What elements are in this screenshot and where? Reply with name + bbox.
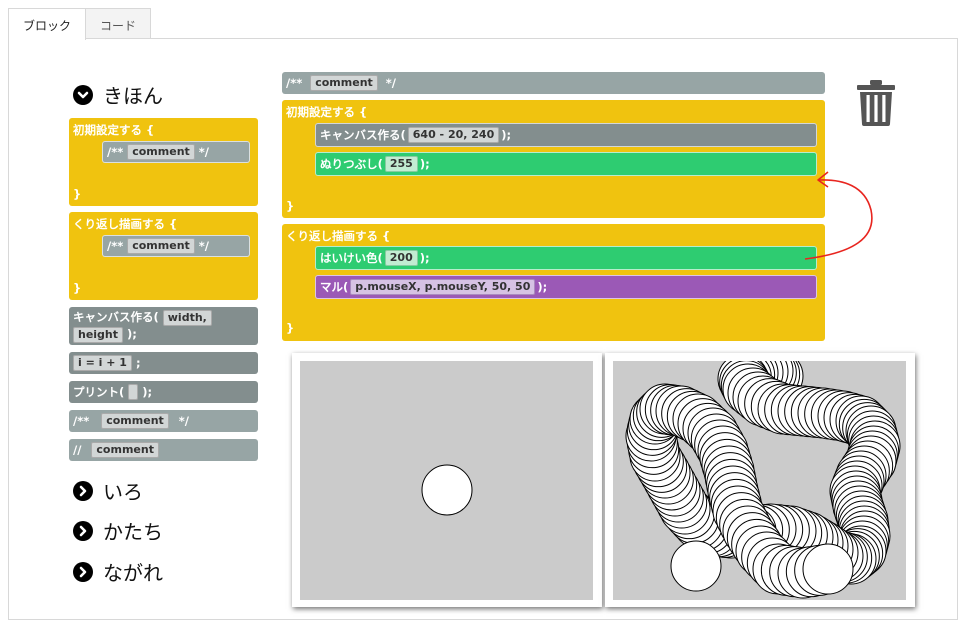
trash-icon[interactable]	[856, 79, 896, 131]
block-header: くり返し描画する {	[73, 217, 178, 231]
trail-ellipse	[802, 543, 854, 595]
workspace-setup-block[interactable]: 初期設定する { キャンバス作る( 640 - 20, 240 ); ぬりつぶし…	[282, 100, 825, 218]
background-block[interactable]: はいけい色( 200 );	[315, 246, 817, 270]
palette-createcanvas-block[interactable]: キャンバス作る(width, height);	[69, 307, 258, 345]
block-header: 初期設定する {	[73, 123, 155, 137]
blockly-editor: ブロック コード きほん いろ かたち ながれ 初期設定する { /** com…	[0, 0, 961, 628]
width-field[interactable]: width,	[162, 310, 212, 326]
fill-value-field[interactable]: 255	[384, 156, 418, 172]
comment-field[interactable]: comment	[310, 75, 378, 91]
move-arrow-annotation	[804, 171, 873, 260]
category-label: きほん	[103, 84, 163, 108]
block-header: くり返し描画する {	[286, 229, 391, 243]
tab-bar: ブロック コード	[8, 8, 152, 40]
expression-field[interactable]: i = i + 1	[73, 355, 132, 371]
category-flow[interactable]: ながれ	[73, 557, 163, 586]
category-color[interactable]: いろ	[73, 476, 143, 505]
palette-comment-block[interactable]: /** comment */	[102, 235, 250, 257]
chevron-right-circle-icon	[73, 561, 93, 582]
canvas-preview-after	[605, 353, 915, 607]
chevron-right-circle-icon	[73, 520, 93, 541]
chevron-down-circle-icon	[73, 84, 93, 105]
fill-block[interactable]: ぬりつぶし( 255 );	[315, 152, 817, 176]
ellipse-args-field[interactable]: p.mouseX, p.mouseY, 50, 50	[350, 279, 536, 295]
sketch-canvas	[300, 361, 593, 600]
comment-field[interactable]: comment	[127, 238, 195, 254]
sketch-canvas	[613, 361, 906, 600]
palette-block-comment[interactable]: /** comment */	[69, 410, 258, 432]
workspace-comment-block[interactable]: /** comment */	[282, 72, 825, 94]
current-ellipse	[670, 540, 722, 592]
palette-loop-block[interactable]: くり返し描画する { /** comment */ }	[69, 212, 258, 300]
height-field[interactable]: height	[73, 327, 124, 343]
category-label: かたち	[103, 520, 163, 544]
palette-comment-block[interactable]: /** comment */	[102, 141, 250, 163]
createcanvas-block[interactable]: キャンバス作る( 640 - 20, 240 );	[315, 123, 817, 147]
tab-code[interactable]: コード	[85, 8, 152, 39]
workspace-loop-block[interactable]: くり返し描画する { はいけい色( 200 ); マル( p.mouseX, p…	[282, 224, 825, 341]
palette-line-comment[interactable]: // comment	[69, 439, 258, 461]
canvas-preview-before	[292, 353, 602, 607]
palette-setup-block[interactable]: 初期設定する { /** comment */ }	[69, 118, 258, 206]
ellipse-block[interactable]: マル( p.mouseX, p.mouseY, 50, 50 );	[315, 275, 817, 299]
ellipse-trail	[625, 361, 901, 599]
comment-field[interactable]: comment	[101, 413, 169, 429]
category-label: いろ	[103, 480, 143, 504]
tab-blocks[interactable]: ブロック	[8, 8, 87, 40]
category-label: ながれ	[103, 561, 163, 585]
ellipse-shape	[421, 464, 473, 516]
comment-field[interactable]: comment	[91, 442, 159, 458]
category-basic[interactable]: きほん	[73, 80, 163, 109]
block-header: 初期設定する {	[286, 105, 368, 119]
category-shape[interactable]: かたち	[73, 516, 163, 545]
canvas-size-field[interactable]: 640 - 20, 240	[407, 127, 500, 143]
print-value-field[interactable]	[128, 384, 139, 400]
background-value-field[interactable]: 200	[384, 250, 418, 266]
palette-assign-block[interactable]: i = i + 1 ;	[69, 352, 258, 374]
comment-field[interactable]: comment	[127, 144, 195, 160]
palette-print-block[interactable]: プリント( );	[69, 381, 258, 403]
chevron-right-circle-icon	[73, 480, 93, 501]
